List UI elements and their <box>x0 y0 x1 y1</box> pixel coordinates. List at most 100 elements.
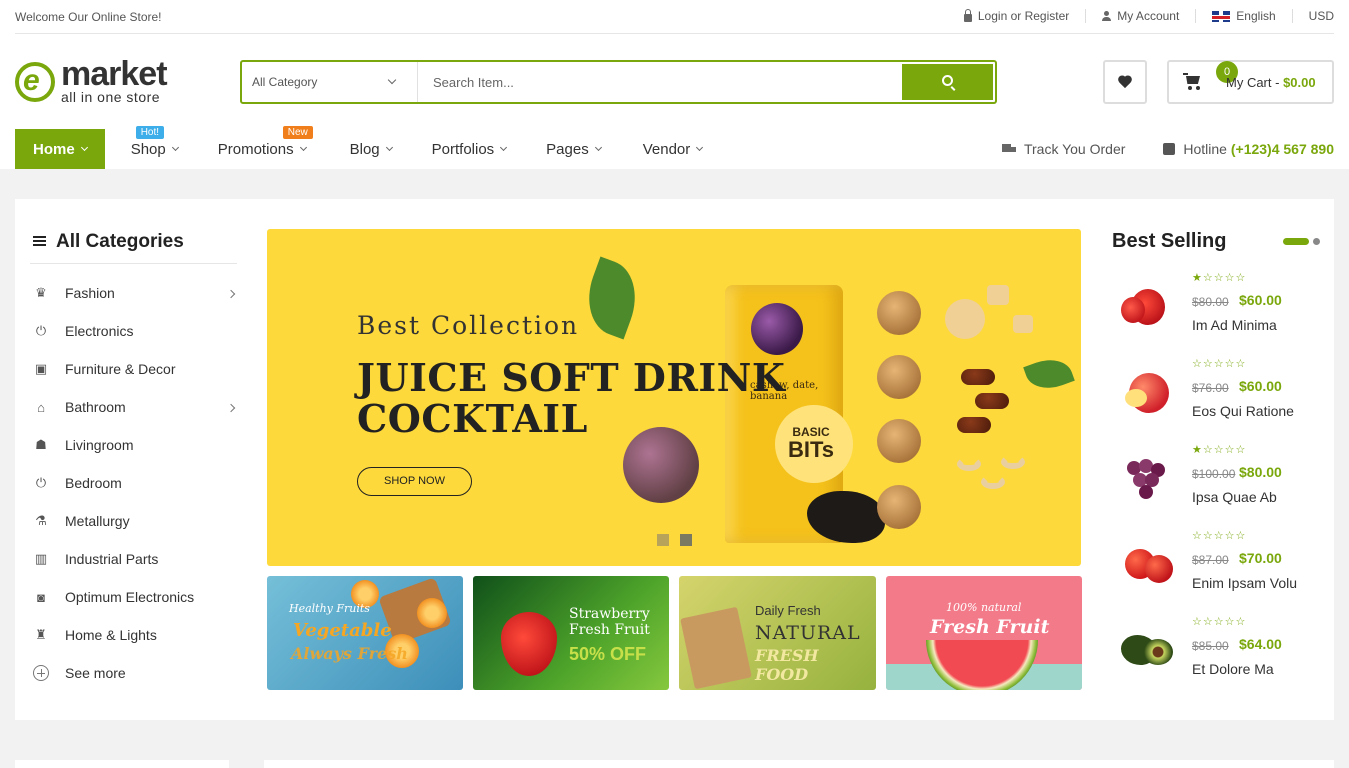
main-nav: Home Hot! Shop New Promotions Blog Portf… <box>15 126 721 169</box>
promo-line1: Strawberry Fresh Fruit <box>569 606 650 638</box>
promo-tile-fresh-fruit[interactable]: 100% natural Fresh Fruit <box>886 576 1082 690</box>
cashew-image <box>957 457 981 471</box>
product-name[interactable]: Et Dolore Ma <box>1192 661 1274 677</box>
category-label: Industrial Parts <box>65 551 159 567</box>
category-bedroom[interactable]: ⏻ Bedroom <box>30 464 237 502</box>
promo-discount: 50% OFF <box>569 644 647 664</box>
pager-dot[interactable] <box>1313 238 1320 245</box>
people-icon: ☗ <box>35 437 47 452</box>
track-order-label: Track You Order <box>1023 141 1126 157</box>
login-register-link[interactable]: Login or Register <box>948 8 1085 23</box>
next-section-right <box>264 760 1334 768</box>
best-selling-item[interactable]: ☆☆☆☆☆ $76.00 $60.00 Eos Qui Ratione <box>1112 357 1322 427</box>
pager-dot-active[interactable] <box>1283 238 1309 245</box>
best-selling-item[interactable]: ★☆☆☆☆ $80.00 $60.00 Im Ad Minima <box>1112 271 1322 341</box>
promo-tile-strawberry[interactable]: Strawberry Fresh Fruit 50% OFF <box>473 576 669 690</box>
category-label: Bathroom <box>65 399 126 415</box>
search-input[interactable] <box>419 62 903 102</box>
rating-stars: ☆☆☆☆☆ <box>1192 530 1247 542</box>
chevron-down-icon <box>299 143 307 152</box>
best-selling-item[interactable]: ☆☆☆☆☆ $85.00 $64.00 Et Dolore Ma <box>1112 615 1322 685</box>
logo-tagline: all in one store <box>61 89 161 105</box>
category-home-lights[interactable]: ♜ Home & Lights <box>30 616 237 654</box>
category-optimum-electronics[interactable]: ◙ Optimum Electronics <box>30 578 237 616</box>
logo-text: market <box>61 55 168 93</box>
old-price: $80.00 <box>1192 295 1229 309</box>
nav-vendor[interactable]: Vendor <box>619 129 721 169</box>
promo-line1: 100% natural <box>946 601 1022 614</box>
currency-select[interactable]: USD <box>1291 9 1334 23</box>
nav-home-label: Home <box>33 140 75 158</box>
category-label: Home & Lights <box>65 627 157 643</box>
product-name[interactable]: Im Ad Minima <box>1192 317 1277 333</box>
language-select[interactable]: English <box>1195 9 1291 23</box>
best-selling-item[interactable]: ☆☆☆☆☆ $87.00 $70.00 Enim Ipsam Volu <box>1112 529 1322 599</box>
product-name[interactable]: Enim Ipsam Volu <box>1192 575 1297 591</box>
chevron-down-icon <box>500 143 508 152</box>
hero-banner[interactable]: cashew, date, banana BASIC BITs Best Colle… <box>267 229 1081 566</box>
chevron-down-icon <box>387 75 397 85</box>
category-furniture-decor[interactable]: ▣ Furniture & Decor <box>30 350 237 388</box>
category-electronics[interactable]: ⏻ Electronics <box>30 312 237 350</box>
old-price: $100.00 <box>1192 467 1236 481</box>
category-label: Furniture & Decor <box>65 361 176 377</box>
category-industrial-parts[interactable]: ▥ Industrial Parts <box>30 540 237 578</box>
heart-icon <box>1118 76 1132 89</box>
cart-button[interactable]: 0 My Cart - $0.00 <box>1167 60 1334 104</box>
chevron-down-icon <box>385 143 393 152</box>
category-metallurgy[interactable]: ⚗ Metallurgy <box>30 502 237 540</box>
nav-home[interactable]: Home <box>15 129 105 169</box>
search-category-label: All Category <box>252 75 318 89</box>
energy-ball-image <box>877 291 921 335</box>
best-selling-pager <box>1283 238 1320 245</box>
energy-ball-image <box>877 419 921 463</box>
chevron-down-icon <box>80 143 88 152</box>
promo-tile-vegetable[interactable]: Healthy Fruits Vegetable Always Fresh <box>267 576 463 690</box>
nav-shop[interactable]: Hot! Shop <box>105 126 196 169</box>
categories-title: All Categories <box>56 230 184 252</box>
my-account-link[interactable]: My Account <box>1085 9 1195 23</box>
promo-tile-natural[interactable]: Daily Fresh NATURAL FRESH FOOD <box>679 576 876 690</box>
nav-portfolios[interactable]: Portfolios <box>410 129 525 169</box>
slider-dot[interactable] <box>657 534 669 546</box>
factory-icon: ▥ <box>34 551 48 566</box>
plug-icon: ⏻ <box>35 323 47 338</box>
product-name[interactable]: Ipsa Quae Ab <box>1192 489 1277 505</box>
nav-promotions[interactable]: New Promotions <box>196 126 324 169</box>
top-links: Login or Register My Account English USD <box>948 8 1334 23</box>
logo-e-icon: e <box>15 62 55 102</box>
old-price: $85.00 <box>1192 639 1229 653</box>
camera-icon: ◙ <box>37 589 45 605</box>
category-bathroom[interactable]: ⌂ Bathroom <box>30 388 237 426</box>
login-register-label: Login or Register <box>977 9 1070 23</box>
category-label: Livingroom <box>65 437 134 453</box>
divider <box>30 263 237 264</box>
see-more-link[interactable]: See more <box>30 654 237 692</box>
slider-dot-active[interactable] <box>680 534 692 546</box>
best-selling-item[interactable]: ★☆☆☆☆ $100.00 $80.00 Ipsa Quae Ab <box>1112 443 1322 513</box>
category-livingroom[interactable]: ☗ Livingroom <box>30 426 237 464</box>
leaf-image <box>1023 352 1075 396</box>
nav-pages[interactable]: Pages <box>524 129 619 169</box>
wishlist-button[interactable] <box>1103 60 1147 104</box>
promo-line3: FRESH FOOD <box>755 646 819 684</box>
track-order-link[interactable]: Track You Order <box>1001 141 1126 157</box>
category-fashion[interactable]: ♛ Fashion <box>30 274 237 312</box>
search-button[interactable] <box>902 64 993 100</box>
new-badge: New <box>282 126 313 139</box>
rating-stars: ★☆☆☆☆ <box>1192 272 1247 284</box>
price: $60.00 <box>1239 292 1282 308</box>
user-icon <box>1102 11 1112 21</box>
list-icon <box>33 236 46 247</box>
product-name[interactable]: Eos Qui Ratione <box>1192 403 1294 419</box>
next-section-left <box>15 760 229 768</box>
banner-title: JUICE SOFT DRINK COCKTAIL <box>357 355 786 441</box>
slider-dots <box>657 534 692 546</box>
categories-sidebar: All Categories ♛ Fashion ⏻ Electronics ▣… <box>30 229 237 692</box>
fruit-chunk-image <box>1013 315 1033 333</box>
date-image <box>975 393 1009 409</box>
hotline: Hotline (+123)4 567 890 <box>1163 141 1334 157</box>
shop-now-button[interactable]: SHOP NOW <box>357 467 472 496</box>
nav-blog[interactable]: Blog <box>324 129 410 169</box>
search-category-select[interactable]: All Category <box>242 62 418 102</box>
